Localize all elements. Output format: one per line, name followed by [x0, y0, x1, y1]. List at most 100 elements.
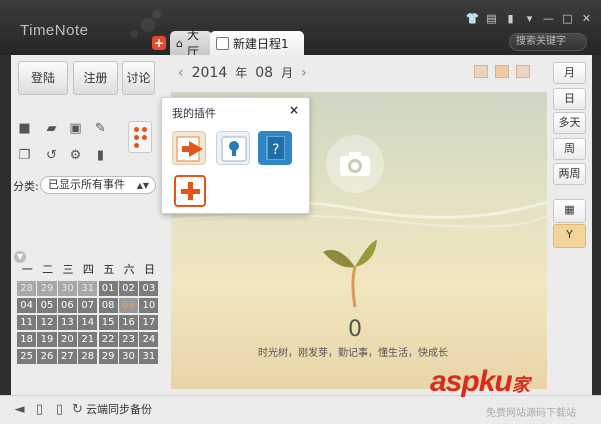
unlock-icon[interactable]: ▯ [52, 403, 67, 417]
settings-icon[interactable]: ⚙ [68, 149, 83, 163]
calendar-day[interactable]: 02 [118, 281, 139, 296]
calendar-day[interactable]: 21 [78, 332, 98, 347]
calendar-day[interactable]: 18 [17, 332, 37, 347]
plugin-keyhole-button[interactable] [216, 131, 250, 165]
calendar-day[interactable]: 31 [78, 281, 98, 296]
keyhole-icon [221, 136, 247, 162]
calendar-day[interactable]: 12 [37, 315, 57, 330]
calendar-day-today[interactable]: 09 [118, 298, 139, 313]
lock-icon[interactable]: ▯ [32, 403, 47, 417]
calendar-day[interactable]: 29 [37, 281, 57, 296]
calendar-day[interactable]: 27 [57, 349, 77, 364]
calendar-day[interactable]: 07 [78, 298, 98, 313]
calendar-day[interactable]: 26 [37, 349, 57, 364]
register-button[interactable]: 注册 [73, 61, 118, 95]
search-placeholder: 搜索关键字 [516, 36, 566, 47]
calendar-day[interactable]: 23 [118, 332, 139, 347]
camera-icon [340, 152, 370, 176]
plugin-help-button[interactable]: ? [258, 131, 292, 165]
timeline-view-button[interactable]: Y [553, 224, 586, 248]
calendar-day[interactable]: 24 [139, 332, 159, 347]
calendar-day[interactable]: 28 [17, 281, 37, 296]
month-navigator: ‹ 2014 年 08 月 › [178, 64, 307, 81]
calendar-day[interactable]: 08 [98, 298, 118, 313]
slogan-text: 时光树，刚发芽，勤记事，懂生活，快成长 [258, 348, 448, 359]
undo-icon[interactable]: ↺ [44, 149, 59, 163]
calendar-day[interactable]: 19 [37, 332, 57, 347]
tab-hall[interactable]: ⌂ 大厅 [170, 28, 212, 59]
calendar-day[interactable]: 14 [78, 315, 98, 330]
open-folder-icon[interactable]: ▰ [44, 122, 59, 136]
calendar-day[interactable]: 03 [139, 281, 159, 296]
view-two-week-button[interactable]: 两周 [553, 163, 586, 185]
document-icon [216, 36, 229, 50]
volume-icon[interactable]: ◄ [12, 403, 27, 417]
calendar-day[interactable]: 04 [17, 298, 37, 313]
calendar-view-button[interactable]: ▦ [553, 199, 586, 223]
folder-icon[interactable]: ■ [17, 122, 32, 136]
menu-icon[interactable]: ▤ [483, 12, 500, 26]
calendar-day[interactable]: 29 [98, 349, 118, 364]
column-layout-icon[interactable] [474, 65, 488, 78]
calendar-day[interactable]: 06 [57, 298, 77, 313]
plugins-button[interactable] [128, 121, 152, 153]
cloud-sync-icon: ↻ [72, 402, 83, 417]
login-button[interactable]: 登陆 [18, 61, 68, 95]
calendar-day[interactable]: 17 [139, 315, 159, 330]
calendar-day[interactable]: 25 [17, 349, 37, 364]
calendar-day[interactable]: 15 [98, 315, 118, 330]
search-input[interactable]: 搜索关键字 [509, 33, 587, 51]
calendar-day[interactable]: 13 [57, 315, 77, 330]
save-icon[interactable]: ▣ [68, 122, 83, 136]
calendar-day[interactable]: 30 [57, 281, 77, 296]
layout-switcher [474, 65, 530, 78]
list-layout-icon[interactable] [516, 65, 530, 78]
skin-icon[interactable]: 👕 [464, 12, 481, 26]
calendar-day[interactable]: 10 [139, 298, 159, 313]
minimize-icon[interactable]: — [540, 12, 557, 26]
title-bar: TimeNote 👕 ▤ ▮ ▾ — □ ✕ 搜索关键字 + ⌂ 大厅 新建日程… [0, 0, 601, 59]
filter-select[interactable]: 已显示所有事件 ▲▼ [40, 176, 156, 194]
new-tab-button[interactable]: + [152, 36, 166, 50]
calendar-day[interactable]: 01 [98, 281, 118, 296]
close-icon[interactable]: ✕ [578, 12, 595, 26]
month-unit: 月 [281, 66, 294, 80]
plugins-popup: 我的插件 × ? [161, 97, 310, 214]
discuss-button[interactable]: 讨论 [122, 61, 155, 95]
calendar-day[interactable]: 30 [118, 349, 139, 364]
tab-new-schedule[interactable]: 新建日程1 [210, 31, 304, 55]
chevron-down-icon: ▲▼ [136, 181, 149, 190]
cloud-sync-label[interactable]: 云端同步备份 [86, 401, 152, 417]
dropdown-icon[interactable]: ▾ [521, 12, 538, 26]
calendar-day[interactable]: 16 [118, 315, 139, 330]
calendar-day[interactable]: 22 [98, 332, 118, 347]
maximize-icon[interactable]: □ [559, 12, 576, 26]
view-day-button[interactable]: 日 [553, 88, 586, 110]
calendar-day[interactable]: 28 [78, 349, 98, 364]
camera-button[interactable] [326, 135, 384, 193]
close-icon[interactable]: × [289, 103, 299, 117]
grid-layout-icon[interactable] [495, 65, 509, 78]
filter-label: 分类: [13, 180, 39, 193]
view-month-button[interactable]: 月 [553, 62, 586, 84]
prev-month-icon[interactable]: ‹ [178, 65, 184, 81]
weekday-label: 四 [82, 263, 94, 276]
weekday-label: 三 [62, 263, 74, 276]
add-plugin-button[interactable] [174, 175, 206, 207]
next-month-icon[interactable]: › [301, 65, 307, 81]
edit-icon[interactable]: ✎ [93, 122, 108, 136]
sprout-icon: Y [566, 228, 573, 241]
battery-icon[interactable]: ▮ [502, 12, 519, 26]
calendar-day[interactable]: 31 [139, 349, 159, 364]
watermark-logo: aspku家 [430, 365, 530, 399]
view-multi-day-button[interactable]: 多天 [553, 112, 586, 134]
calendar-day[interactable]: 11 [17, 315, 37, 330]
window-controls: 👕 ▤ ▮ ▾ — □ ✕ [464, 12, 595, 26]
view-week-button[interactable]: 周 [553, 138, 586, 160]
copy-icon[interactable]: ❐ [17, 149, 32, 163]
clipboard-icon[interactable]: ▮ [93, 149, 108, 163]
calendar-day[interactable]: 20 [57, 332, 77, 347]
plugin-import-button[interactable] [172, 131, 206, 165]
calendar-day[interactable]: 05 [37, 298, 57, 313]
mini-calendar: 28 29 30 31 01 02 03 04 05 06 07 08 09 1… [17, 281, 160, 364]
